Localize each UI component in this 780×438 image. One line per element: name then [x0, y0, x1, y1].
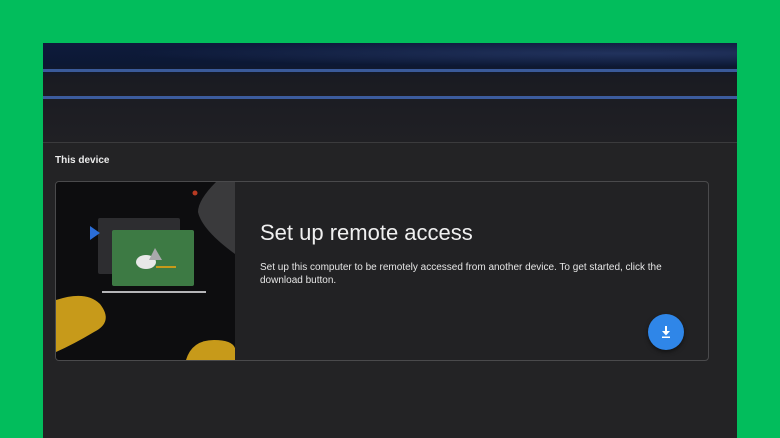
app-window: This device Set up remote access Set up … [43, 43, 737, 438]
card-description: Set up this computer to be remotely acce… [260, 262, 662, 286]
banner-glow [43, 43, 737, 69]
banner-stripe [43, 96, 737, 99]
remote-access-card: Set up remote access Set up this compute… [55, 181, 709, 361]
download-button[interactable] [648, 314, 684, 350]
banner-stripe [43, 69, 737, 72]
card-title: Set up remote access [260, 220, 473, 245]
download-icon [662, 326, 670, 338]
divider [43, 142, 737, 143]
remote-access-illustration [56, 182, 235, 360]
section-title: This device [55, 155, 110, 166]
header-banner [43, 43, 737, 143]
